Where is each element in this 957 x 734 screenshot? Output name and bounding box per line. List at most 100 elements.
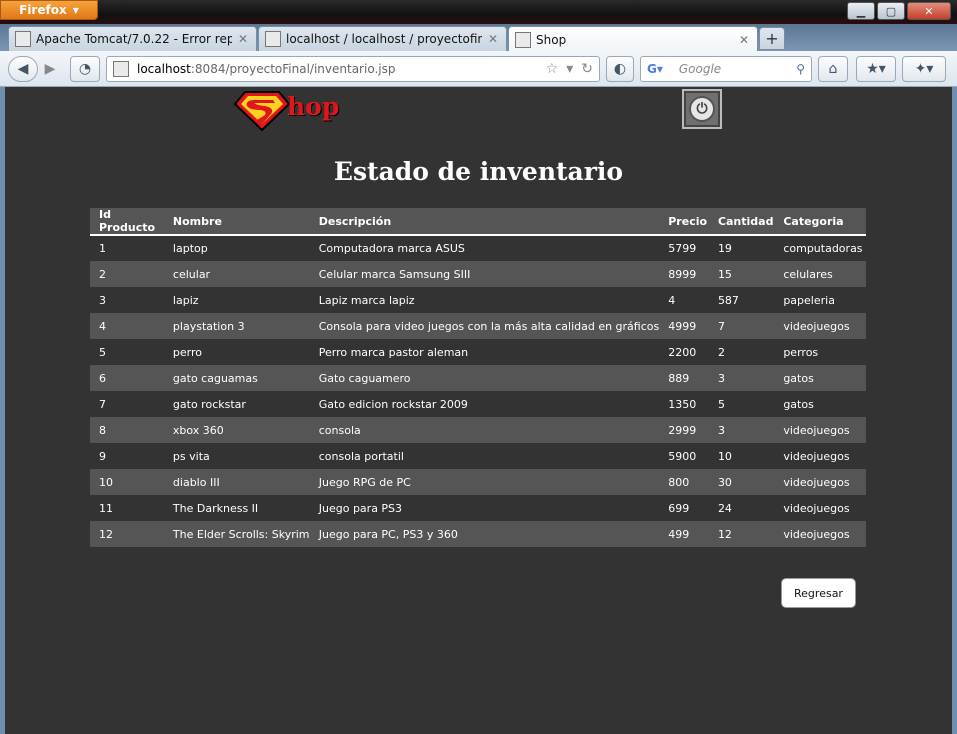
cell-id: 12 (90, 521, 164, 547)
bookmarks-icon: ★▾ (866, 61, 886, 77)
cell-name: ps vita (163, 443, 310, 469)
cell-id: 10 (90, 469, 164, 495)
cell-id: 9 (90, 443, 164, 469)
cell-description: consola portatil (309, 443, 660, 469)
tab-shop[interactable]: Shop ✕ (508, 26, 758, 52)
power-icon: ⏻ (689, 96, 715, 122)
cell-category: videojuegos (774, 521, 866, 547)
cell-name: gato caguamas (163, 365, 310, 391)
cell-id: 7 (90, 391, 164, 417)
search-bar[interactable]: G▾ Google ⚲ (640, 56, 812, 82)
table-row: 11 The Darkness II Juego para PS3 699 24 vide… (90, 495, 866, 521)
cell-id: 11 (90, 495, 164, 521)
window-close-button[interactable]: ✕ (907, 2, 951, 20)
bookmark-star-icon[interactable]: ☆ (546, 61, 559, 77)
new-tab-button[interactable]: + (759, 27, 785, 50)
window-titlebar: Firefox ▼ ▁ ▢ ✕ (0, 0, 957, 24)
cell-quantity: 15 (708, 261, 775, 287)
cell-quantity: 3 (708, 365, 775, 391)
addon-button[interactable]: ◐ (606, 56, 634, 82)
table-row: 6 gato caguamas Gato caguamero 889 3 gatos (90, 365, 866, 391)
navigation-toolbar: ◀ ▶ ◔ localhost:8084/proyectoFinal/inven… (0, 51, 957, 87)
back-to-menu-button[interactable]: Regresar (781, 578, 856, 608)
table-row: 9 ps vita consola portatil 5900 10 videojuego… (90, 443, 866, 469)
search-placeholder: Google (678, 62, 722, 76)
cell-price: 4 (659, 287, 709, 313)
cell-description: Computadora marca ASUS (309, 235, 660, 261)
cell-name: celular (163, 261, 310, 287)
palette-icon: ◐ (613, 61, 627, 77)
arrow-left-icon: ◀ (17, 61, 29, 77)
firefox-menu-button[interactable]: Firefox ▼ (0, 0, 98, 20)
search-engine-icon[interactable]: G▾ (647, 62, 663, 76)
cell-category: computadoras (774, 235, 866, 261)
page-favicon-icon (515, 31, 531, 48)
maximize-button[interactable]: ▢ (877, 2, 905, 20)
home-button[interactable]: ⌂ (818, 56, 848, 82)
cell-quantity: 2 (708, 339, 775, 365)
cell-id: 6 (90, 365, 164, 391)
cell-id: 5 (90, 339, 164, 365)
tab-phpmyadmin[interactable]: localhost / localhost / proyectofinal / … (258, 26, 507, 51)
extension-button[interactable]: ✦▾ (902, 56, 946, 82)
back-button[interactable]: ◀ (8, 56, 38, 82)
cell-category: videojuegos (774, 313, 866, 339)
search-icon[interactable]: ⚲ (796, 62, 805, 76)
cell-id: 1 (90, 235, 164, 261)
cell-name: The Darkness II (163, 495, 310, 521)
cell-category: videojuegos (774, 495, 866, 521)
inventory-table: Id Producto Nombre Descripción Precio Ca… (90, 208, 866, 547)
cell-quantity: 5 (708, 391, 775, 417)
cell-description: Juego para PC, PS3 y 360 (309, 521, 660, 547)
bookmarks-button[interactable]: ★▾ (856, 56, 896, 82)
table-row: 8 xbox 360 consola 2999 3 videojuegos (90, 417, 866, 443)
cell-id: 3 (90, 287, 164, 313)
cell-description: Juego RPG de PC (309, 469, 660, 495)
cell-price: 2999 (659, 417, 709, 443)
column-header-id: Id Producto (90, 208, 164, 236)
cell-name: The Elder Scrolls: Skyrim (163, 521, 310, 547)
tab-tomcat-error[interactable]: Apache Tomcat/7.0.22 - Error report ✕ (8, 26, 257, 51)
history-dropdown-icon[interactable]: ▾ (566, 61, 573, 77)
extension-icon: ✦▾ (914, 61, 934, 77)
cell-price: 889 (659, 365, 709, 391)
cell-description: Consola para video juegos con la más alt… (309, 313, 660, 339)
cell-category: gatos (774, 365, 866, 391)
cell-quantity: 24 (708, 495, 775, 521)
cell-price: 499 (659, 521, 709, 547)
cell-quantity: 587 (708, 287, 775, 313)
cell-name: lapiz (163, 287, 310, 313)
cell-quantity: 3 (708, 417, 775, 443)
table-row: 5 perro Perro marca pastor aleman 2200 2 perr… (90, 339, 866, 365)
cell-name: playstation 3 (163, 313, 310, 339)
url-bar[interactable]: localhost:8084/proyectoFinal/inventario.… (106, 56, 600, 82)
column-header-category: Categoria (774, 208, 866, 236)
table-header-row: Id Producto Nombre Descripción Precio Ca… (90, 208, 866, 236)
tab-bar: Apache Tomcat/7.0.22 - Error report ✕ lo… (0, 24, 957, 52)
cell-price: 800 (659, 469, 709, 495)
history-button[interactable]: ◔ (70, 56, 100, 82)
cell-category: papeleria (774, 287, 866, 313)
minimize-button[interactable]: ▁ (847, 2, 875, 20)
cell-id: 8 (90, 417, 164, 443)
logo-text: hop (287, 92, 340, 121)
cell-price: 699 (659, 495, 709, 521)
history-icon: ◔ (78, 61, 92, 77)
cell-name: perro (163, 339, 310, 365)
cell-category: videojuegos (774, 417, 866, 443)
logout-button[interactable]: ⏻ (682, 89, 722, 129)
cell-id: 2 (90, 261, 164, 287)
close-tab-icon[interactable]: ✕ (488, 32, 498, 46)
url-path: :8084/proyectoFinal/inventario.jsp (190, 62, 396, 76)
close-tab-icon[interactable]: ✕ (238, 32, 248, 46)
site-identity-icon (113, 61, 129, 77)
cell-name: diablo III (163, 469, 310, 495)
cell-category: gatos (774, 391, 866, 417)
forward-button[interactable]: ▶ (38, 56, 62, 82)
firefox-menu-label: Firefox (19, 3, 67, 17)
table-row: 3 lapiz Lapiz marca lapiz 4 587 papeleria (90, 287, 866, 313)
cell-id: 4 (90, 313, 164, 339)
reload-icon[interactable]: ↻ (581, 61, 593, 77)
close-tab-icon[interactable]: ✕ (739, 33, 749, 47)
phpmyadmin-favicon-icon (265, 31, 281, 47)
